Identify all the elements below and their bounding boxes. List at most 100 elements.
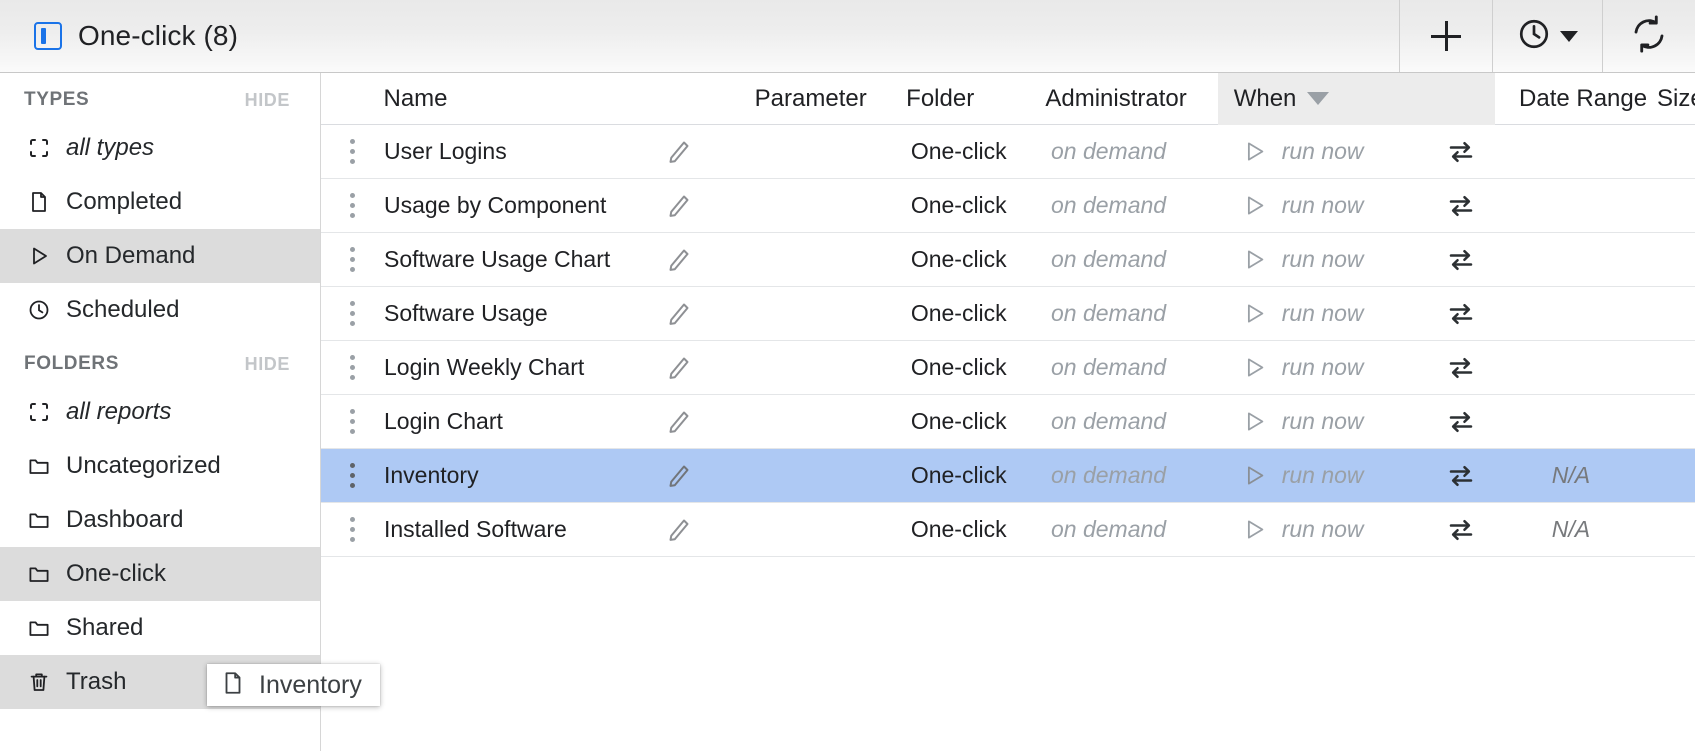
th-edit-spacer [660, 73, 755, 125]
row-edit-button[interactable] [663, 503, 758, 556]
refresh-icon [1630, 15, 1668, 58]
frame-icon [26, 399, 52, 425]
sidebar-item-one-click[interactable]: One-click [0, 547, 320, 601]
add-button[interactable] [1399, 0, 1492, 72]
folders-heading: FOLDERS [24, 353, 119, 375]
row-edit-button[interactable] [663, 233, 758, 286]
history-button[interactable] [1492, 0, 1602, 72]
folder-icon [26, 507, 52, 533]
row-when-label: run now [1282, 192, 1364, 219]
th-folder[interactable]: Folder [906, 73, 1027, 125]
folders-section-header: FOLDERS HIDE [0, 337, 320, 385]
row-menu-button[interactable] [321, 233, 384, 286]
th-size[interactable]: Size [1635, 73, 1695, 125]
row-administrator: on demand [1033, 179, 1225, 232]
row-when[interactable]: run now [1225, 449, 1445, 502]
row-date-range [1504, 287, 1638, 340]
row-repeat-button[interactable] [1445, 395, 1504, 448]
row-when-label: run now [1282, 462, 1364, 489]
row-edit-button[interactable] [663, 125, 758, 178]
folder-icon [26, 561, 52, 587]
row-repeat-button[interactable] [1445, 179, 1504, 232]
sidebar-item-label: Scheduled [66, 296, 179, 324]
row-name: Usage by Component [384, 179, 663, 232]
row-name: Installed Software [384, 503, 663, 556]
row-edit-button[interactable] [663, 179, 758, 232]
table-row[interactable]: Login Chart One-click on demand run now [321, 395, 1695, 449]
row-when[interactable]: run now [1225, 503, 1445, 556]
row-parameter [758, 125, 911, 178]
row-repeat-button[interactable] [1445, 233, 1504, 286]
sidebar-item-all-reports[interactable]: all reports [0, 385, 320, 439]
th-administrator[interactable]: Administrator [1027, 73, 1217, 125]
table-row[interactable]: Software Usage One-click on demand run n… [321, 287, 1695, 341]
clock-icon [26, 297, 52, 323]
row-when[interactable]: run now [1225, 395, 1445, 448]
repeat-icon [1445, 244, 1477, 276]
sidebar-item-completed[interactable]: Completed [0, 175, 320, 229]
sidebar-item-label: all types [66, 134, 154, 162]
row-size [1638, 503, 1695, 556]
kebab-menu-icon [350, 193, 355, 218]
row-when-label: run now [1282, 246, 1364, 273]
row-menu-button[interactable] [321, 341, 384, 394]
play-icon [1241, 300, 1268, 327]
row-menu-button[interactable] [321, 395, 384, 448]
row-administrator: on demand [1033, 287, 1225, 340]
row-menu-button[interactable] [321, 179, 384, 232]
row-size [1638, 233, 1695, 286]
sidebar-item-on-demand[interactable]: On Demand [0, 229, 320, 283]
th-parameter[interactable]: Parameter [755, 73, 907, 125]
repeat-icon [1445, 460, 1477, 492]
sidebar-item-uncategorized[interactable]: Uncategorized [0, 439, 320, 493]
row-repeat-button[interactable] [1445, 125, 1504, 178]
table-row[interactable]: Login Weekly Chart One-click on demand r… [321, 341, 1695, 395]
row-parameter [758, 233, 911, 286]
row-edit-button[interactable] [663, 341, 758, 394]
row-when[interactable]: run now [1225, 233, 1445, 286]
sidebar-item-all-types[interactable]: all types [0, 121, 320, 175]
row-parameter [758, 179, 911, 232]
panel-icon [34, 22, 62, 50]
table-row[interactable]: User Logins One-click on demand run now [321, 125, 1695, 179]
row-when[interactable]: run now [1225, 287, 1445, 340]
row-menu-button[interactable] [321, 449, 384, 502]
pencil-icon [663, 137, 693, 167]
table-row[interactable]: Software Usage Chart One-click on demand… [321, 233, 1695, 287]
play-icon [1241, 462, 1268, 489]
row-folder: One-click [911, 395, 1033, 448]
th-date-range[interactable]: Date Range [1495, 73, 1635, 125]
row-when[interactable]: run now [1225, 179, 1445, 232]
table-row[interactable]: Usage by Component One-click on demand r… [321, 179, 1695, 233]
sidebar-item-dashboard[interactable]: Dashboard [0, 493, 320, 547]
table-row[interactable]: Installed Software One-click on demand r… [321, 503, 1695, 557]
pencil-icon [663, 353, 693, 383]
th-name[interactable]: Name [383, 73, 659, 125]
row-repeat-button[interactable] [1445, 341, 1504, 394]
refresh-button[interactable] [1602, 0, 1695, 72]
row-when[interactable]: run now [1225, 341, 1445, 394]
th-when[interactable]: When [1218, 73, 1495, 125]
row-when[interactable]: run now [1225, 125, 1445, 178]
row-name: Software Usage [384, 287, 663, 340]
row-edit-button[interactable] [663, 287, 758, 340]
table-row[interactable]: Inventory One-click on demand run now N/… [321, 449, 1695, 503]
types-hide-button[interactable]: HIDE [245, 90, 290, 111]
folders-hide-button[interactable]: HIDE [245, 354, 290, 375]
chevron-down-icon [1560, 31, 1578, 42]
row-menu-button[interactable] [321, 503, 384, 556]
kebab-menu-icon [350, 247, 355, 272]
row-date-range: N/A [1504, 503, 1638, 556]
sidebar-item-shared[interactable]: Shared [0, 601, 320, 655]
sidebar-item-scheduled[interactable]: Scheduled [0, 283, 320, 337]
document-icon [220, 670, 246, 701]
row-menu-button[interactable] [321, 287, 384, 340]
sidebar-item-label: Uncategorized [66, 452, 221, 480]
row-repeat-button[interactable] [1445, 287, 1504, 340]
row-repeat-button[interactable] [1445, 503, 1504, 556]
row-repeat-button[interactable] [1445, 449, 1504, 502]
row-edit-button[interactable] [663, 449, 758, 502]
row-menu-button[interactable] [321, 125, 384, 178]
table-body: User Logins One-click on demand run now [321, 125, 1695, 557]
row-edit-button[interactable] [663, 395, 758, 448]
